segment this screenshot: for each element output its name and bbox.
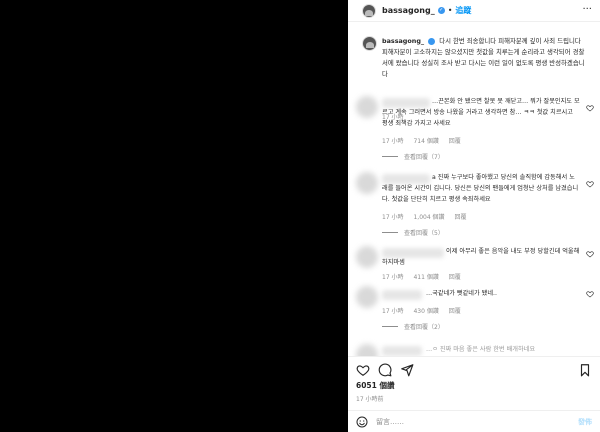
comment-like-count[interactable]: 430 個讚 <box>413 308 438 315</box>
caption-author-avatar[interactable] <box>362 36 377 51</box>
comment-like-heart-icon[interactable] <box>586 250 594 258</box>
smiley-icon[interactable] <box>356 416 368 428</box>
replies-divider <box>382 326 398 327</box>
view-replies-label: 查看回覆（7） <box>404 154 444 161</box>
comment-reply-button[interactable]: 回覆 <box>454 214 466 221</box>
add-comment-bar: 發佈 <box>348 410 600 432</box>
comment-reply-button[interactable]: 回覆 <box>449 308 461 315</box>
replies-divider <box>382 156 398 157</box>
post-header: bassagong_ ✓ • 追蹤 ··· <box>348 0 600 22</box>
commenter-avatar[interactable] <box>356 286 378 308</box>
heart-icon[interactable] <box>356 363 370 377</box>
view-replies-button[interactable]: 查看回覆（2） <box>382 322 444 331</box>
author-avatar[interactable] <box>362 3 376 18</box>
view-replies-label: 查看回覆（5） <box>404 230 444 237</box>
paper-plane-icon[interactable] <box>400 363 414 377</box>
replies-divider <box>382 232 398 233</box>
comment-text: …ㅇ 진짜 마음 좋은 사람 한번 배개하네요 <box>426 346 536 353</box>
separator-dot: • <box>447 6 453 15</box>
comment-text: …끈본화 안 됐으면 찰못 못 깨닫고… 뭐가 잘못인지도 모르고 계속 그러면… <box>382 98 580 127</box>
comments-list[interactable]: bassagong_ 다시 한번 죄송합니다 피해자분께 깊이 사죄 드립니다 … <box>348 30 600 356</box>
verified-badge-icon: ✓ <box>437 7 445 14</box>
post-media-area[interactable] <box>0 0 348 432</box>
comment-text: a 진짜 누구보다 좋아했고 당신의 솔직함에 감동해서 노래를 들어온 시간이… <box>382 174 579 203</box>
comment-icon[interactable] <box>378 363 392 377</box>
comment-like-heart-icon[interactable] <box>586 104 594 112</box>
comment-like-count[interactable]: 411 個讚 <box>413 274 438 281</box>
comment-timestamp: 17 小時 <box>382 308 404 315</box>
comment-like-heart-icon[interactable] <box>586 180 594 188</box>
view-replies-button[interactable]: 查看回覆（7） <box>382 152 444 161</box>
comment-meta: 17 小時 430 個讚 回覆 <box>382 306 469 315</box>
comment-timestamp: 17 小時 <box>382 214 404 221</box>
more-options-icon[interactable]: ··· <box>582 4 592 15</box>
comment-reply-button[interactable]: 回覆 <box>449 138 461 145</box>
comment-reply-button[interactable]: 回覆 <box>449 274 461 281</box>
commenter-avatar[interactable] <box>356 344 378 356</box>
bookmark-icon[interactable] <box>578 363 592 377</box>
commenter-avatar[interactable] <box>356 96 378 118</box>
post-detail-panel: bassagong_ ✓ • 追蹤 ··· bassagong_ 다시 한번 죄… <box>348 0 600 432</box>
comment-timestamp: 17 小時 <box>382 138 404 145</box>
comment-like-count[interactable]: 714 個讚 <box>413 138 438 145</box>
commenter-avatar[interactable] <box>356 246 378 268</box>
comment-text: 이제 아무리 좋은 음악을 내도 부정 당할긴데 억울해 하지마셈 <box>382 248 580 266</box>
verified-badge-icon <box>428 37 436 45</box>
follow-button[interactable]: 追蹤 <box>455 5 471 16</box>
comment-meta: 17 小時 1,004 個讚 回覆 <box>382 212 475 221</box>
comment-meta: 17 小時 714 個讚 回覆 <box>382 136 469 145</box>
comment-input[interactable] <box>376 415 566 429</box>
caption-text: bassagong_ 다시 한번 죄송합니다 피해자분께 깊이 사죄 드립니다 … <box>382 36 588 80</box>
author-username[interactable]: bassagong_ <box>382 6 435 15</box>
caption-username[interactable]: bassagong_ <box>382 37 424 45</box>
comment-meta: 17 小時 411 個讚 回覆 <box>382 272 469 281</box>
post-action-bar <box>348 356 600 380</box>
view-replies-button[interactable]: 查看回覆（5） <box>382 228 444 237</box>
comment-like-count[interactable]: 1,004 個讚 <box>413 214 444 221</box>
post-like-count[interactable]: 6051 個讚 <box>356 380 395 391</box>
comment-text: …국같네가 뻣같네가 됐네.. <box>426 290 497 297</box>
comment-timestamp: 17 小時 <box>382 274 404 281</box>
post-comment-button[interactable]: 發佈 <box>578 417 592 427</box>
commenter-avatar[interactable] <box>356 172 378 194</box>
comment-like-heart-icon[interactable] <box>586 290 594 298</box>
post-timestamp: 17 小時前 <box>356 396 384 403</box>
view-replies-label: 查看回覆（2） <box>404 324 444 331</box>
